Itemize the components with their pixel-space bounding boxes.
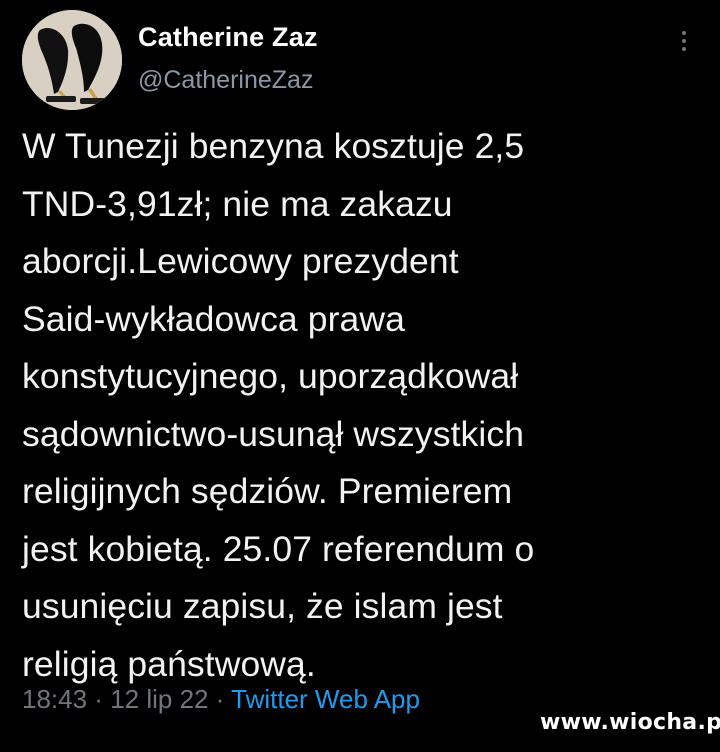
avatar[interactable]	[22, 10, 122, 110]
tweet-source-app[interactable]: Twitter Web App	[231, 684, 420, 714]
tweet-text-line: religijnych sędziów. Premierem	[22, 471, 513, 511]
tweet-text-line: Said-wykładowca prawa	[22, 298, 405, 339]
more-dot	[682, 31, 686, 35]
tweet-text-line: aborcji.Lewicowy prezydent	[22, 241, 459, 281]
tweet-text-line: jest kobietą. 25.07 referendum o	[22, 528, 535, 569]
tweet-text-line: TND-3,91zł; nie ma zakazu	[22, 183, 453, 224]
tweet-text-line: usunięciu zapisu, że islam jest	[22, 586, 503, 626]
tweet-meta: 18:43 · 12 lip 22 · Twitter Web App	[22, 684, 420, 715]
meta-separator: ·	[208, 684, 232, 714]
tweet-date[interactable]: 12 lip 22	[110, 684, 208, 714]
more-dot	[682, 39, 686, 43]
tweet-text-line: W Tunezji benzyna kosztuje 2,5	[22, 126, 525, 166]
tweet-time[interactable]: 18:43	[22, 684, 87, 714]
user-handle[interactable]: @CatherineZaz	[138, 66, 313, 95]
tweet-text: W Tunezji benzyna kosztuje 2,5 TND-3,91z…	[22, 118, 712, 693]
more-dot	[682, 47, 686, 51]
avatar-shoes-image	[22, 10, 122, 110]
more-vertical-icon[interactable]	[672, 26, 696, 56]
meta-separator: ·	[87, 684, 111, 714]
site-watermark: www.wiocha.pl	[540, 710, 720, 735]
display-name[interactable]: Catherine Zaz	[138, 22, 318, 53]
tweet-text-line: sądownictwo-usunął wszystkich	[22, 413, 525, 454]
tweet-text-line: konstytucyjnego, uporządkował	[22, 356, 519, 396]
tweet-card: Catherine Zaz @CatherineZaz W Tunezji be…	[0, 0, 720, 752]
